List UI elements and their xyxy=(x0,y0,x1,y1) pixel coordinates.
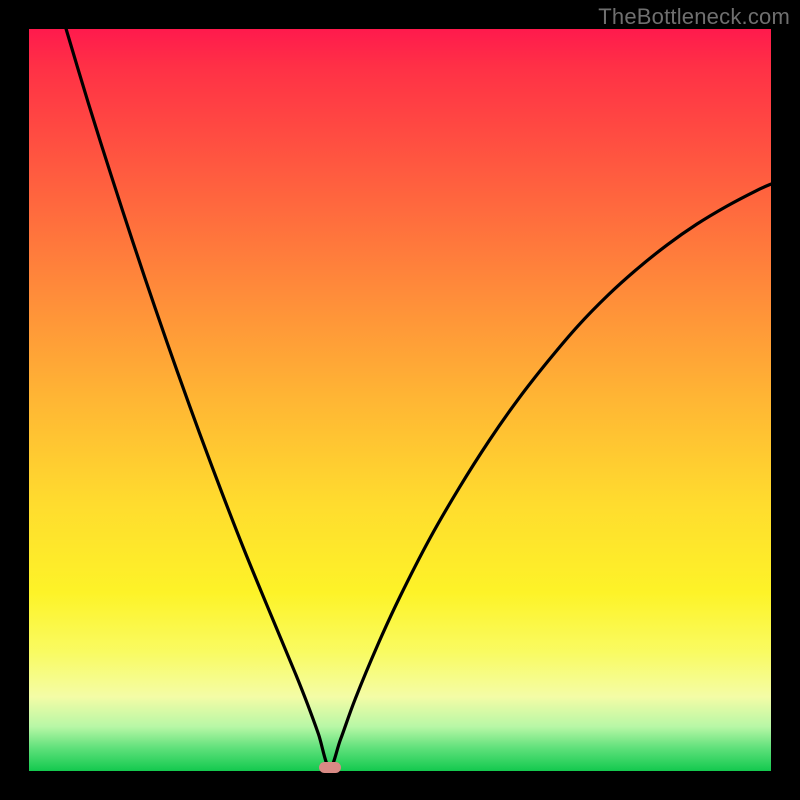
watermark-text: TheBottleneck.com xyxy=(598,4,790,30)
bottleneck-curve xyxy=(29,29,771,771)
minimum-marker xyxy=(319,762,341,773)
plot-area xyxy=(29,29,771,771)
